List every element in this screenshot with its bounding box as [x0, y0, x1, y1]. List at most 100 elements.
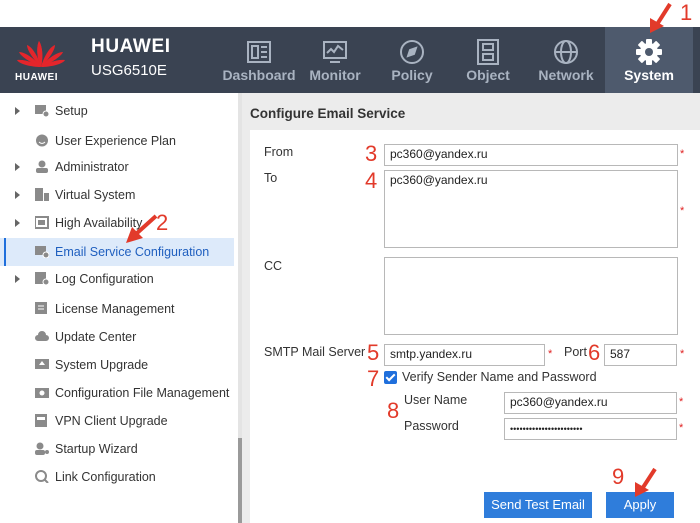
- cc-field[interactable]: [384, 257, 678, 335]
- sidebar-item-label: Email Service Configuration: [55, 245, 210, 259]
- nav-policy[interactable]: Policy: [370, 27, 454, 93]
- verify-checkbox[interactable]: [384, 371, 397, 384]
- send-test-email-button[interactable]: Send Test Email: [484, 492, 592, 518]
- annotation-arrow-icon: [126, 214, 158, 243]
- annotation-number: 9: [612, 464, 625, 489]
- annotation-arrow-icon: [635, 467, 657, 497]
- sidebar-item-vpn-client-upgrade[interactable]: VPN Client Upgrade: [0, 407, 234, 435]
- sidebar-item-license-management[interactable]: License Management: [0, 295, 234, 323]
- annotation-number: 1: [680, 0, 693, 25]
- user-icon: [36, 160, 48, 173]
- sidebar-item-label: Link Configuration: [55, 470, 156, 484]
- sidebar-item-update-center[interactable]: Update Center: [0, 323, 234, 351]
- to-field[interactable]: pc360@yandex.ru: [384, 170, 678, 248]
- password-label: Password: [404, 419, 459, 433]
- sidebar-item-email-service-configuration[interactable]: Email Service Configuration: [0, 238, 234, 266]
- nav-system[interactable]: System: [605, 27, 693, 93]
- cloud-icon: [35, 331, 49, 341]
- sidebar-item-setup[interactable]: Setup: [0, 97, 234, 125]
- nav-network-label: Network: [538, 67, 594, 83]
- from-field[interactable]: pc360@yandex.ru: [384, 144, 678, 166]
- vpn-icon: [35, 414, 47, 427]
- sidebar-item-label: Update Center: [55, 330, 137, 344]
- sidebar-item-label: Setup: [55, 104, 88, 118]
- annotation-number: 3: [365, 141, 378, 166]
- sidebar-item-administrator[interactable]: Administrator: [0, 153, 234, 181]
- username-field[interactable]: pc360@yandex.ru: [504, 392, 677, 414]
- required-marker: *: [548, 348, 553, 360]
- nav-system-label: System: [624, 67, 674, 83]
- sidebar-item-startup-wizard[interactable]: Startup Wizard: [0, 435, 234, 463]
- device-model: USG6510E: [91, 62, 167, 79]
- gear-icon: [636, 39, 662, 65]
- smtp-server-field[interactable]: smtp.yandex.ru: [384, 344, 545, 366]
- logo-text: HUAWEI: [15, 72, 58, 83]
- verify-label: Verify Sender Name and Password: [402, 370, 597, 384]
- sidebar-item-log-configuration[interactable]: Log Configuration: [0, 265, 234, 293]
- expand-arrow-icon[interactable]: [15, 219, 20, 227]
- top-strip: [0, 0, 700, 27]
- link-icon: [35, 470, 49, 483]
- compass-icon: [400, 40, 424, 64]
- smtp-label: SMTP Mail Server: [264, 345, 366, 359]
- username-label: User Name: [404, 393, 468, 407]
- sidebar-item-high-availability[interactable]: High Availability: [0, 209, 234, 237]
- port-field[interactable]: 587: [604, 344, 677, 366]
- annotation-number: 5: [367, 340, 380, 365]
- from-label: From: [264, 145, 294, 159]
- log-icon: [35, 272, 49, 285]
- sidebar-item-system-upgrade[interactable]: System Upgrade: [0, 351, 234, 379]
- setup-icon: [35, 105, 49, 117]
- required-marker: *: [680, 348, 685, 360]
- sidebar-item-label: Configuration File Management: [55, 386, 230, 400]
- sidebar-item-user-experience-plan[interactable]: User Experience Plan: [0, 127, 234, 155]
- sidebar-item-label: System Upgrade: [55, 358, 149, 372]
- page-title: Configure Email Service: [250, 106, 406, 121]
- object-icon: [477, 39, 499, 65]
- nav-policy-label: Policy: [391, 67, 433, 83]
- nav-dashboard-label: Dashboard: [222, 67, 296, 83]
- sidebar-item-virtual-system[interactable]: Virtual System: [0, 181, 234, 209]
- annotation-number: 8: [387, 398, 400, 423]
- expand-arrow-icon[interactable]: [15, 191, 20, 199]
- sidebar-item-configuration-file-management[interactable]: Configuration File Management: [0, 379, 234, 407]
- password-field[interactable]: •••••••••••••••••••••••: [504, 418, 677, 440]
- nav-object[interactable]: Object: [446, 27, 530, 93]
- required-marker: *: [679, 422, 684, 434]
- sidebar-item-label: Startup Wizard: [55, 442, 138, 456]
- sidebar-item-link-configuration[interactable]: Link Configuration: [0, 463, 234, 491]
- required-marker: *: [679, 396, 684, 408]
- required-marker: *: [680, 148, 685, 160]
- expand-arrow-icon[interactable]: [15, 107, 20, 115]
- sidebar-item-label: Virtual System: [55, 188, 136, 202]
- sidebar-item-label: VPN Client Upgrade: [55, 414, 168, 428]
- expand-arrow-icon[interactable]: [15, 275, 20, 283]
- port-label: Port: [564, 345, 587, 359]
- monitor-icon: [323, 41, 347, 63]
- to-label: To: [264, 171, 278, 185]
- sidebar-item-label: User Experience Plan: [55, 134, 176, 148]
- sidebar-item-label: Administrator: [55, 160, 129, 174]
- ha-icon: [35, 216, 49, 229]
- sidebar-item-label: License Management: [55, 302, 175, 316]
- virtual-system-icon: [35, 188, 49, 201]
- brand-name: HUAWEI: [91, 36, 171, 57]
- expand-arrow-icon[interactable]: [15, 163, 20, 171]
- email-gear-icon: [35, 246, 49, 258]
- annotation-number: 4: [365, 168, 378, 193]
- sidebar-item-label: Log Configuration: [55, 272, 154, 286]
- nav-dashboard[interactable]: Dashboard: [217, 27, 301, 93]
- smiley-icon: [36, 134, 48, 147]
- license-icon: [35, 302, 47, 314]
- nav-monitor[interactable]: Monitor: [293, 27, 377, 93]
- cc-label: CC: [264, 259, 283, 273]
- required-marker: *: [680, 205, 685, 217]
- config-file-icon: [35, 388, 49, 398]
- annotation-number: 7: [367, 366, 380, 391]
- nav-object-label: Object: [466, 67, 510, 83]
- nav-network[interactable]: Network: [524, 27, 608, 93]
- wizard-icon: [35, 442, 49, 455]
- upgrade-icon: [35, 359, 49, 369]
- annotation-arrow-icon: [650, 2, 672, 33]
- dashboard-icon: [247, 41, 271, 63]
